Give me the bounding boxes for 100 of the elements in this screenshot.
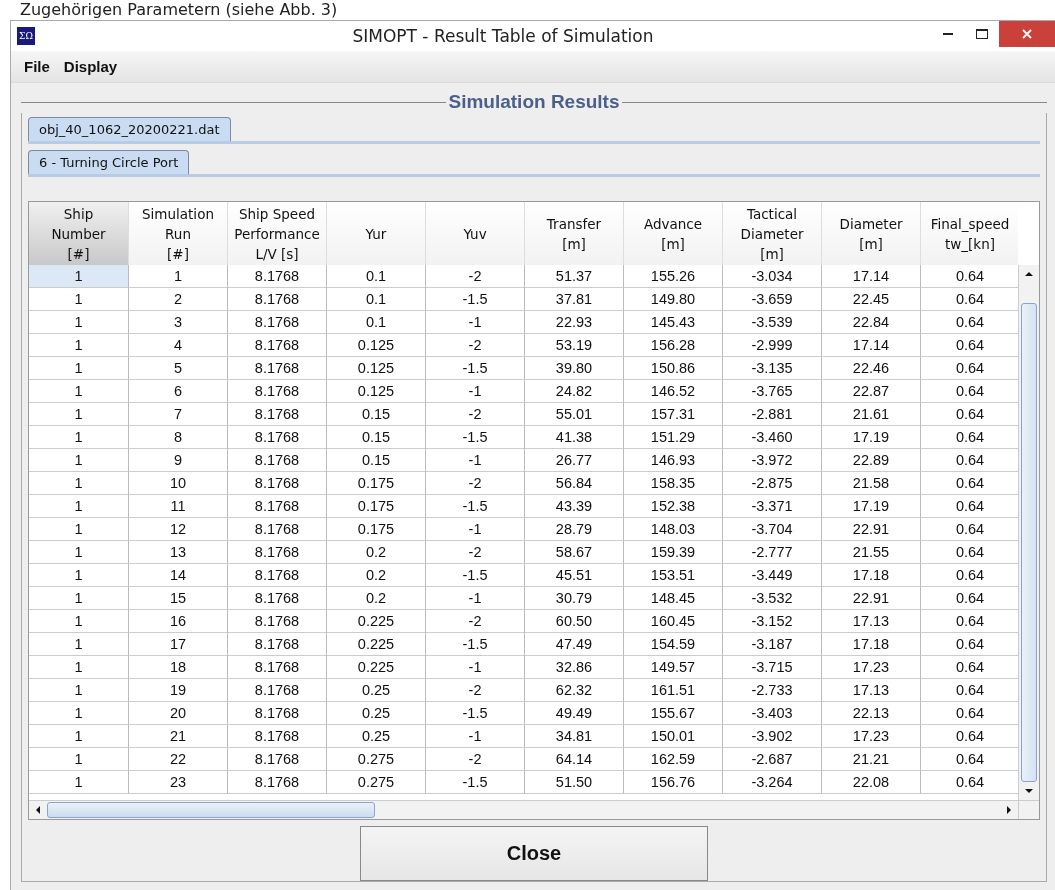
scroll-up-icon[interactable] [1025,270,1033,278]
table-cell: 17.23 [822,656,921,679]
table-cell: 22.91 [822,518,921,541]
table-cell: 39.80 [525,357,624,380]
table-cell: 37.81 [525,288,624,311]
column-header[interactable]: Tactical Diameter [m] [723,202,822,265]
table-cell: 0.225 [327,633,426,656]
table-cell: 8.1768 [228,541,327,564]
close-dialog-button[interactable]: Close [360,826,708,881]
table-cell: 15 [129,587,228,610]
table-cell: 30.79 [525,587,624,610]
table-cell: 1 [29,311,129,334]
table-cell: -1.5 [426,771,525,794]
table-cell: 34.81 [525,725,624,748]
table-cell: 0.2 [327,541,426,564]
table-cell: 0.275 [327,748,426,771]
vertical-scrollbar[interactable] [1018,265,1039,800]
file-tab[interactable]: obj_40_1062_20200221.dat [28,117,231,141]
table-cell: 1 [29,288,129,311]
table-cell: 17.14 [822,334,921,357]
table-cell: 0.25 [327,725,426,748]
table-cell: 1 [29,771,129,794]
table-cell: 146.93 [624,449,723,472]
scroll-down-icon[interactable] [1025,787,1033,795]
table-cell: -3.902 [723,725,822,748]
table-cell: 1 [129,265,228,288]
table-cell: 22.84 [822,311,921,334]
table-cell: -2 [426,403,525,426]
table-cell: -1 [426,656,525,679]
table-cell: 156.76 [624,771,723,794]
table-cell: 8.1768 [228,495,327,518]
table-cell: 150.01 [624,725,723,748]
table-cell: 156.28 [624,334,723,357]
table-cell: 0.1 [327,265,426,288]
table-cell: -2 [426,679,525,702]
table-cell: 0.125 [327,380,426,403]
close-button[interactable] [999,21,1055,47]
table-cell: 8.1768 [228,725,327,748]
table-cell: 0.175 [327,472,426,495]
scroll-left-icon[interactable] [34,806,42,814]
table-cell: 1 [29,380,129,403]
window-title: SIMOPT - Result Table of Simulation [351,26,655,46]
table-cell: 17.18 [822,564,921,587]
table-cell: -3.704 [723,518,822,541]
table-cell: 158.35 [624,472,723,495]
table-cell: 21.61 [822,403,921,426]
table-cell: -3.034 [723,265,822,288]
table-cell: 0.25 [327,702,426,725]
table-cell: -3.532 [723,587,822,610]
table-cell: 155.67 [624,702,723,725]
table-cell: 17.23 [822,725,921,748]
table-cell: 148.03 [624,518,723,541]
table-cell: 3 [129,311,228,334]
table-cell: 155.26 [624,265,723,288]
table-cell: 0.175 [327,495,426,518]
table-cell: 51.37 [525,265,624,288]
table-cell: 8.1768 [228,403,327,426]
horizontal-scrollbar[interactable] [29,800,1039,819]
table-cell: 162.59 [624,748,723,771]
column-header[interactable]: Ship Number [#] [29,202,129,265]
table-cell: 22.46 [822,357,921,380]
menu-item[interactable]: File [24,58,50,75]
table-cell: 148.45 [624,587,723,610]
scroll-right-icon[interactable] [1005,806,1013,814]
table-cell: -3.371 [723,495,822,518]
column-header[interactable]: Yur [327,202,426,265]
column-header[interactable]: Yuv [426,202,525,265]
menu-item[interactable]: Display [63,58,118,75]
column-header[interactable]: Simulation Run [#] [129,202,228,265]
table-cell: -3.152 [723,610,822,633]
column-header[interactable]: Advance [m] [624,202,723,265]
column-header[interactable]: Ship Speed Performance L/V [s] [228,202,327,265]
column-header[interactable]: Transfer [m] [525,202,624,265]
table-cell: 8.1768 [228,633,327,656]
table-cell: -1 [426,449,525,472]
table-cell: 8 [129,426,228,449]
table-cell: -1.5 [426,564,525,587]
table-cell: 8.1768 [228,334,327,357]
table-cell: 1 [29,748,129,771]
table-cell: 5 [129,357,228,380]
table-cell: 153.51 [624,564,723,587]
table-cell: 8.1768 [228,702,327,725]
table-cell: 21.55 [822,541,921,564]
table-cell: -1.5 [426,426,525,449]
table-cell: -2.999 [723,334,822,357]
case-tab[interactable]: 6 - Turning Circle Port [28,150,190,174]
table-cell: 8.1768 [228,518,327,541]
table-cell: -2 [426,748,525,771]
table-cell: -2 [426,472,525,495]
table-cell: 0.275 [327,771,426,794]
table-cell: 22.91 [822,587,921,610]
table-cell: 23 [129,771,228,794]
table-cell: -3.449 [723,564,822,587]
table-cell: 49.49 [525,702,624,725]
close-icon [1022,29,1032,39]
table-cell: 1 [29,426,129,449]
table-cell: -1 [426,725,525,748]
column-header[interactable]: Diameter [m] [822,202,921,265]
table-cell: 1 [29,265,129,288]
table-cell: 47.49 [525,633,624,656]
